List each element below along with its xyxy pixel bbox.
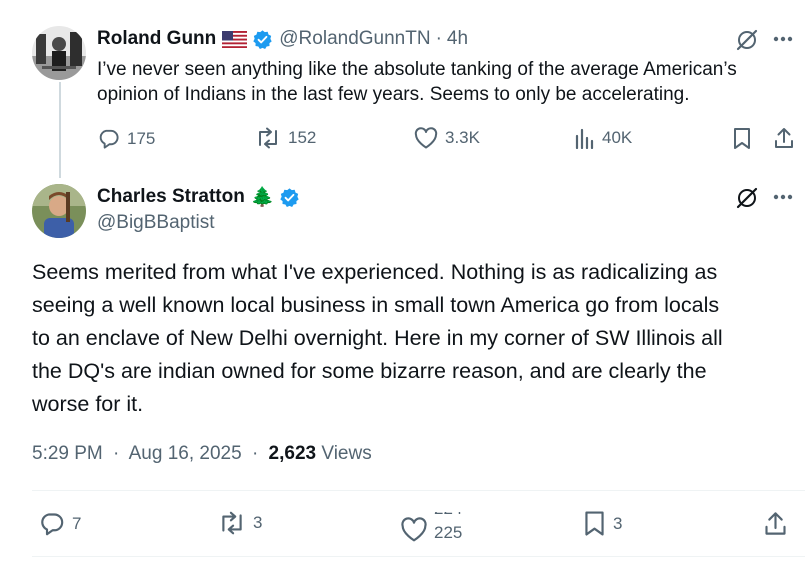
like-count-previous: 224 bbox=[434, 512, 462, 519]
like-count-animated: 224 225 bbox=[434, 512, 474, 546]
like-button[interactable]: 224 225 bbox=[400, 512, 474, 546]
share-button[interactable] bbox=[763, 510, 788, 537]
like-count: 225 bbox=[434, 523, 463, 542]
thread-connector-line bbox=[59, 82, 61, 178]
bookmark-count: 3 bbox=[613, 513, 623, 533]
tweet-time[interactable]: 5:29 PM bbox=[32, 443, 103, 464]
view-count: 40K bbox=[602, 128, 633, 147]
author-handle[interactable]: @BigBBaptist bbox=[97, 212, 215, 234]
bookmark-button[interactable] bbox=[732, 127, 752, 150]
author-name[interactable]: Charles Stratton bbox=[97, 186, 245, 208]
reply-count: 175 bbox=[127, 128, 156, 148]
repost-count: 152 bbox=[288, 128, 317, 147]
parent-tweet-header: Roland Gunn @RolandGunnTN · 4h bbox=[97, 27, 468, 51]
share-icon bbox=[765, 512, 786, 535]
tree-emoji-icon: 🌲 bbox=[250, 187, 275, 208]
grok-icon[interactable] bbox=[735, 186, 759, 210]
tweet-time[interactable]: 4h bbox=[447, 28, 468, 50]
divider bbox=[32, 556, 805, 557]
view-count: 2,623 bbox=[268, 443, 317, 464]
grok-icon[interactable] bbox=[735, 28, 759, 52]
main-tweet-header: Charles Stratton 🌲 bbox=[97, 185, 300, 209]
divider bbox=[32, 490, 805, 491]
main-tweet-text-line: worse for it. bbox=[32, 392, 144, 416]
views-label: Views bbox=[321, 443, 372, 464]
verified-badge-icon[interactable] bbox=[252, 29, 273, 50]
like-count: 3.3K bbox=[445, 128, 480, 147]
views-button[interactable]: 40K bbox=[575, 127, 632, 149]
bookmark-icon bbox=[734, 128, 750, 149]
separator-dot: · bbox=[435, 28, 442, 49]
parent-tweet-text-line: I’ve never seen anything like the absolu… bbox=[97, 59, 737, 80]
author-name[interactable]: Roland Gunn bbox=[97, 28, 216, 50]
more-options-icon[interactable] bbox=[773, 36, 793, 42]
bookmark-icon bbox=[585, 511, 604, 536]
tweet-date[interactable]: Aug 16, 2025 bbox=[129, 443, 242, 464]
repost-icon bbox=[259, 127, 277, 149]
repost-button[interactable]: 152 bbox=[255, 127, 316, 149]
main-tweet-text-line: Seems merited from what I've experienced… bbox=[32, 260, 718, 284]
avatar-charles-stratton[interactable] bbox=[32, 184, 86, 238]
share-button[interactable] bbox=[773, 126, 795, 150]
main-tweet-text: Seems merited from what I've experienced… bbox=[32, 256, 802, 421]
heart-icon bbox=[401, 516, 427, 541]
tweet-meta: 5:29 PM · Aug 16, 2025 · 2,623 Views bbox=[32, 443, 372, 465]
reply-icon bbox=[41, 513, 64, 536]
share-icon bbox=[775, 128, 793, 148]
author-handle[interactable]: @RolandGunnTN bbox=[279, 28, 430, 50]
reply-count: 7 bbox=[72, 513, 82, 533]
bookmark-button[interactable]: 3 bbox=[583, 510, 622, 537]
parent-tweet-text: I’ve never seen anything like the absolu… bbox=[97, 57, 802, 107]
main-tweet-text-line: the DQ's are indian owned for some bizar… bbox=[32, 359, 707, 383]
more-options-icon[interactable] bbox=[773, 194, 793, 200]
parent-tweet-text-line: opinion of Indians in the last few years… bbox=[97, 84, 690, 105]
separator-dot: · bbox=[113, 443, 120, 464]
reply-button[interactable]: 175 bbox=[97, 127, 155, 150]
heart-icon bbox=[414, 127, 438, 149]
separator-dot: · bbox=[251, 443, 259, 464]
verified-badge-icon[interactable] bbox=[279, 187, 300, 208]
repost-button[interactable]: 3 bbox=[218, 511, 262, 535]
main-tweet-text-line: to an enclave of New Delhi overnight. He… bbox=[32, 326, 723, 350]
reply-button[interactable]: 7 bbox=[38, 510, 81, 537]
analytics-icon bbox=[575, 128, 594, 149]
repost-count: 3 bbox=[253, 513, 263, 532]
main-tweet-text-line: seeing a well known local business in sm… bbox=[32, 293, 720, 317]
us-flag-icon bbox=[222, 30, 248, 48]
like-button[interactable]: 3.3K bbox=[414, 127, 480, 149]
repost-icon bbox=[222, 511, 242, 535]
avatar-roland-gunn[interactable] bbox=[32, 26, 86, 80]
reply-icon bbox=[99, 129, 119, 149]
